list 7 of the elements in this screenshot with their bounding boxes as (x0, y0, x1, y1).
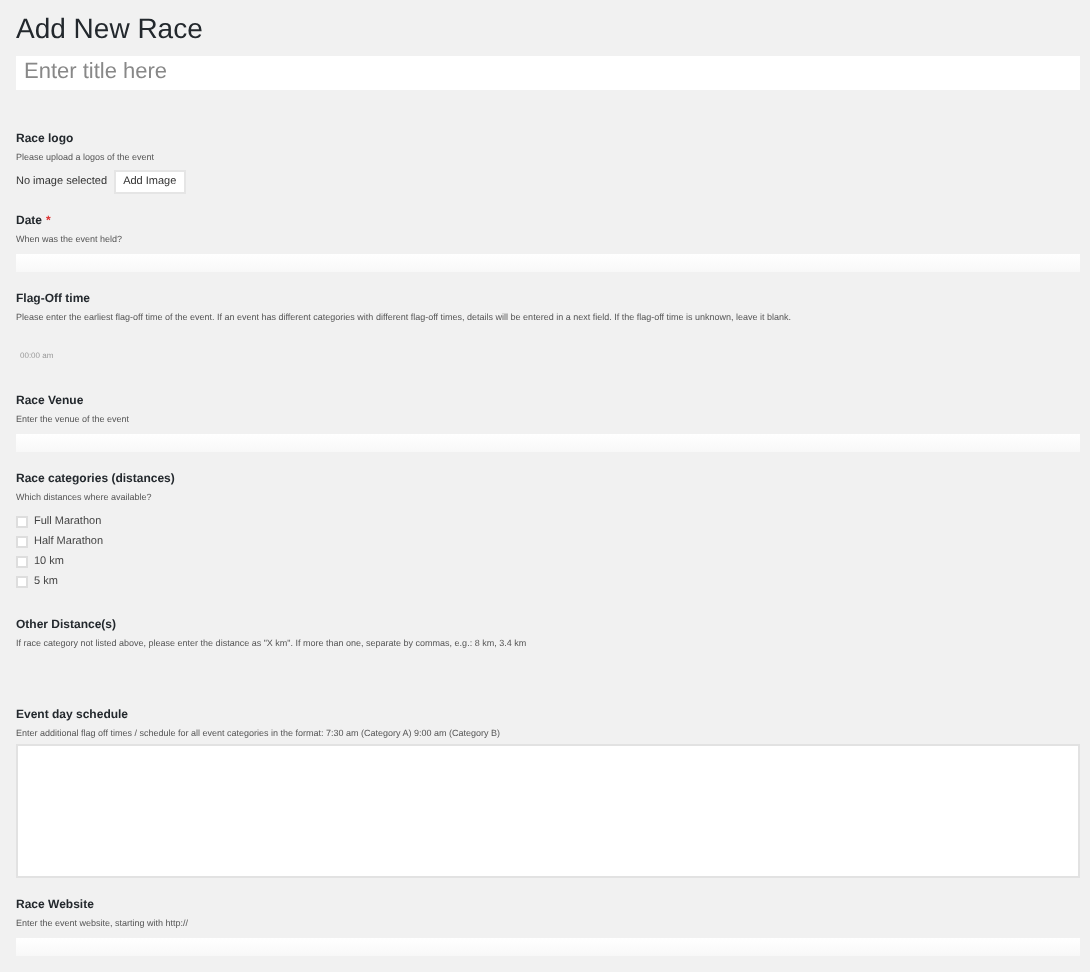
checkbox[interactable] (16, 555, 28, 568)
checkbox[interactable] (16, 535, 28, 548)
title-field[interactable]: Enter title here (16, 55, 1080, 89)
page-title: Add New Race (16, 10, 205, 46)
checkbox[interactable] (16, 515, 28, 528)
checkbox[interactable] (16, 575, 28, 588)
text-area[interactable] (16, 744, 1080, 879)
